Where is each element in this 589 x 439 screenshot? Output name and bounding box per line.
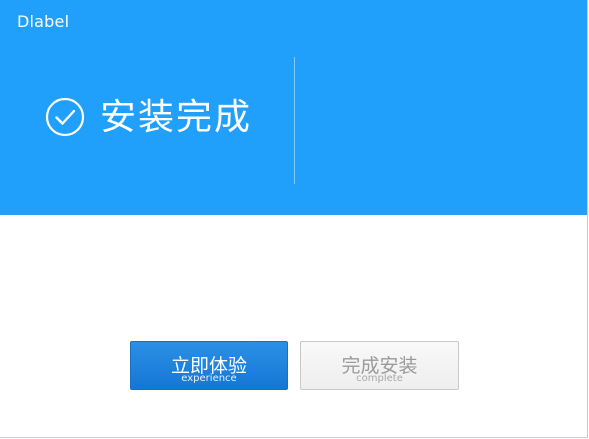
experience-button-label: 立即体验 — [170, 355, 247, 377]
finish-button-sublabel: complete — [356, 373, 403, 384]
app-title: Dlabel — [17, 12, 70, 31]
finish-install-button[interactable]: 完成安装 complete — [300, 341, 459, 390]
experience-now-button[interactable]: 立即体验 experience — [130, 341, 288, 390]
finish-button-label: 完成安装 — [341, 355, 418, 377]
vertical-divider — [294, 57, 295, 184]
header-banner: Dlabel 安装完成 — [0, 0, 587, 215]
installer-window: Dlabel 安装完成 立即体验 experience 完成安装 complet… — [0, 0, 588, 438]
check-circle-icon — [45, 97, 85, 137]
install-complete-title: 安装完成 — [100, 97, 253, 138]
experience-button-sublabel: experience — [181, 373, 237, 384]
